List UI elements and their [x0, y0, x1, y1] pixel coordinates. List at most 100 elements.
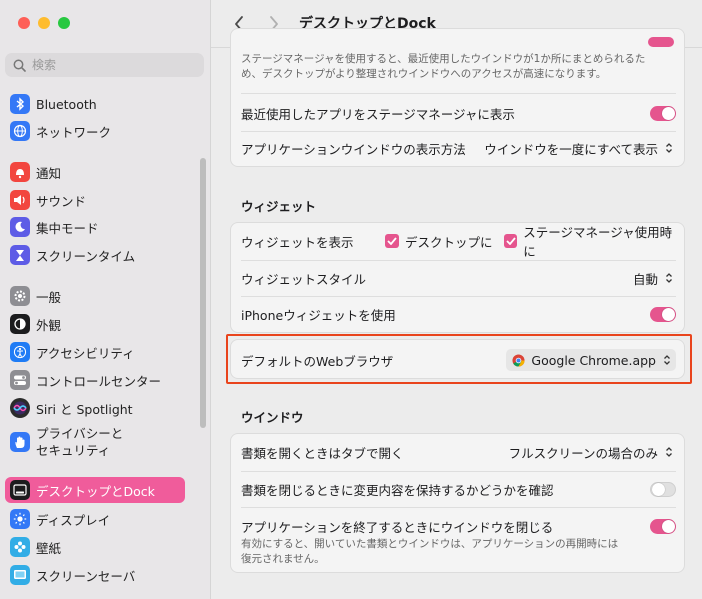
- checkmark-icon: [504, 234, 518, 248]
- stage-manager-toggle-partial[interactable]: [648, 37, 674, 47]
- gear-icon: [10, 286, 30, 306]
- close-windows-label: アプリケーションを終了するときにウインドウを閉じる: [241, 519, 554, 535]
- checkbox-label: ステージマネージャ使用時に: [523, 225, 673, 259]
- divider: [241, 507, 676, 508]
- stepper-icon: [662, 269, 676, 287]
- prefer-tabs-popup[interactable]: フルスクリーンの場合のみ: [509, 443, 676, 462]
- ask-keep-changes-row: 書類を閉じるときに変更内容を保持するかどうかを確認: [241, 478, 676, 500]
- sidebar-item-label: スクリーンタイム: [36, 248, 136, 264]
- divider: [241, 471, 676, 472]
- sidebar-item-general[interactable]: 一般: [5, 283, 185, 309]
- sidebar-item-label: ネットワーク: [36, 124, 112, 140]
- divider: [241, 296, 676, 297]
- toggles-icon: [10, 370, 30, 390]
- sidebar-item-screen-time[interactable]: スクリーンタイム: [5, 242, 185, 268]
- close-window-button[interactable]: [18, 17, 30, 29]
- speaker-icon: [10, 190, 30, 210]
- prefer-tabs-value: フルスクリーンの場合のみ: [508, 445, 658, 461]
- sidebar-item-screen-saver[interactable]: スクリーンセーバ: [5, 562, 185, 588]
- iphone-widgets-label: iPhoneウィジェットを使用: [241, 307, 396, 323]
- sidebar-item-label: 壁紙: [36, 540, 62, 556]
- iphone-widgets-toggle[interactable]: [650, 306, 676, 322]
- app-windows-value: ウインドウを一度にすべて表示: [484, 141, 658, 157]
- widgets-card: ウィジェットを表示 デスクトップに ステージマネージャ使用時に ウィジェットスタ…: [230, 222, 685, 333]
- main-pane: デスクトップとDock ステージマネージャを使用すると、最近使用したウインドウが…: [211, 0, 702, 599]
- app-windows-row: アプリケーションウインドウの表示方法 ウインドウを一度にすべて表示: [241, 137, 676, 159]
- widget-style-popup[interactable]: 自動: [633, 269, 676, 288]
- siri-icon: [10, 398, 30, 418]
- moon-icon: [10, 217, 30, 237]
- app-windows-popup[interactable]: ウインドウを一度にすべて表示: [484, 139, 676, 158]
- sidebar-item-appearance[interactable]: 外観: [5, 311, 185, 337]
- sidebar-item-label: スクリーンセーバ: [36, 568, 136, 584]
- sidebar-item-label: 集中モード: [36, 220, 99, 236]
- sidebar-scrollbar[interactable]: [200, 158, 206, 428]
- globe-icon: [10, 121, 30, 141]
- sidebar-item-network[interactable]: ネットワーク: [5, 118, 185, 144]
- sidebar-item-siri-spotlight[interactable]: Siri と Spotlight: [5, 395, 185, 421]
- search-icon: [13, 59, 26, 72]
- window-controls: [18, 17, 70, 29]
- sidebar-item-label: ディスプレイ: [36, 512, 111, 528]
- divider: [241, 260, 676, 261]
- sidebar-item-label: 一般: [36, 289, 62, 305]
- show-widgets-stage-checkbox[interactable]: ステージマネージャ使用時に: [504, 222, 676, 260]
- checkmark-icon: [385, 234, 399, 248]
- close-windows-toggle[interactable]: [650, 518, 676, 534]
- checkbox-label: デスクトップに: [405, 234, 493, 250]
- stepper-icon: [662, 443, 676, 461]
- highlight-box: [226, 334, 692, 384]
- prefer-tabs-row: 書類を開くときはタブで開く フルスクリーンの場合のみ: [241, 441, 676, 463]
- sidebar-item-notifications[interactable]: 通知: [5, 159, 185, 185]
- accessibility-icon: [10, 342, 30, 362]
- hourglass-icon: [10, 245, 30, 265]
- sidebar-item-label: コントロールセンター: [36, 373, 162, 389]
- sidebar-item-label: 外観: [36, 317, 62, 333]
- sidebar: Bluetooth ネットワーク 通知 サウンド: [0, 0, 211, 599]
- appearance-icon: [10, 314, 30, 334]
- minimize-window-button[interactable]: [38, 17, 50, 29]
- bluetooth-icon: [10, 94, 30, 114]
- widget-style-value: 自動: [632, 271, 658, 287]
- windows-card: 書類を開くときはタブで開く フルスクリーンの場合のみ 書類を閉じるときに変更内容…: [230, 433, 685, 573]
- search-input[interactable]: [32, 58, 192, 72]
- main-scrollbar[interactable]: [697, 300, 702, 599]
- iphone-widgets-row: iPhoneウィジェットを使用: [241, 303, 676, 325]
- sidebar-item-label: Bluetooth: [36, 96, 97, 112]
- sidebar-item-privacy-security[interactable]: プライバシーと セキュリティ: [5, 424, 185, 460]
- stage-manager-description: ステージマネージャを使用すると、最近使用したウインドウが1か所にまとめられるため…: [241, 53, 646, 80]
- ask-keep-changes-toggle[interactable]: [650, 481, 676, 497]
- show-widgets-label: ウィジェットを表示: [241, 234, 354, 250]
- sidebar-item-label: 通知: [36, 165, 62, 181]
- flower-icon: [10, 537, 30, 557]
- stage-manager-card: ステージマネージャを使用すると、最近使用したウインドウが1か所にまとめられるため…: [230, 28, 685, 167]
- sidebar-item-label: デスクトップとDock: [36, 483, 155, 499]
- close-windows-description: 有効にすると、開いていた書類とウインドウは、アプリケーションの再開時には復元され…: [241, 538, 619, 565]
- close-windows-row: アプリケーションを終了するときにウインドウを閉じる: [241, 515, 676, 537]
- recent-apps-label: 最近使用したアプリをステージマネージャに表示: [241, 106, 515, 122]
- sidebar-item-label: サウンド: [36, 193, 87, 209]
- widgets-section-title: ウィジェット: [241, 199, 317, 214]
- app-windows-label: アプリケーションウインドウの表示方法: [241, 141, 466, 157]
- sidebar-item-focus[interactable]: 集中モード: [5, 214, 185, 240]
- sidebar-item-accessibility[interactable]: アクセシビリティ: [5, 339, 185, 365]
- sidebar-item-sound[interactable]: サウンド: [5, 187, 185, 213]
- sun-icon: [10, 509, 30, 529]
- widget-style-label: ウィジェットスタイル: [241, 271, 367, 287]
- sidebar-item-label: アクセシビリティ: [36, 345, 135, 361]
- recent-apps-row: 最近使用したアプリをステージマネージャに表示: [241, 102, 676, 124]
- sidebar-item-desktop-dock[interactable]: デスクトップとDock: [5, 477, 185, 503]
- divider: [241, 93, 676, 94]
- sidebar-item-bluetooth[interactable]: Bluetooth: [5, 91, 185, 117]
- screensaver-icon: [10, 565, 30, 585]
- sidebar-item-label: プライバシーと セキュリティ: [36, 426, 124, 458]
- dock-icon: [10, 480, 30, 500]
- sidebar-item-wallpaper[interactable]: 壁紙: [5, 534, 185, 560]
- show-widgets-desktop-checkbox[interactable]: デスクトップに: [385, 232, 493, 251]
- sidebar-item-displays[interactable]: ディスプレイ: [5, 506, 185, 532]
- stepper-icon: [662, 139, 676, 157]
- sidebar-search[interactable]: [5, 53, 204, 77]
- sidebar-item-control-center[interactable]: コントロールセンター: [5, 367, 185, 393]
- recent-apps-toggle[interactable]: [650, 105, 676, 121]
- zoom-window-button[interactable]: [58, 17, 70, 29]
